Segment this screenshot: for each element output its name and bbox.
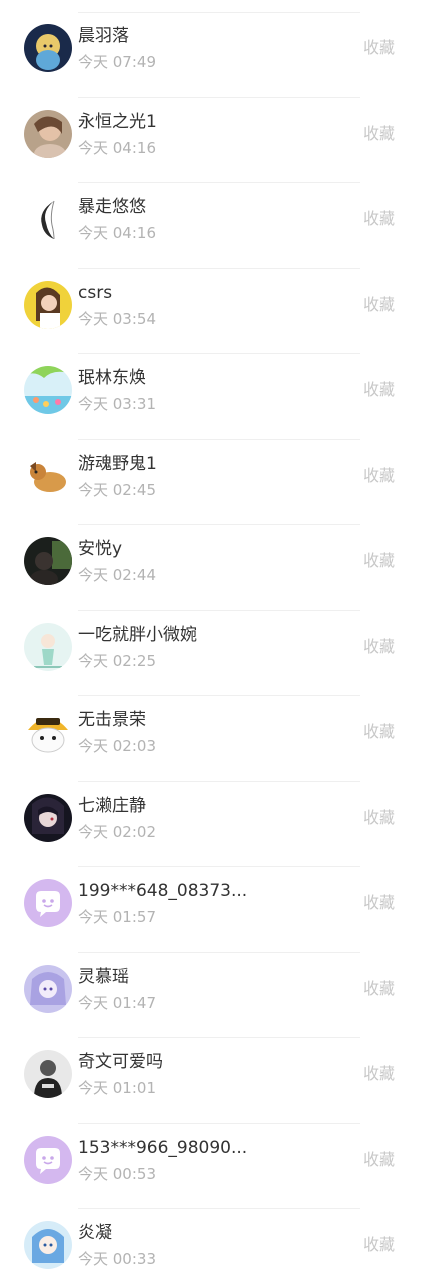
contact-time: 今天 02:44	[78, 566, 156, 584]
list-item[interactable]: 199***648_08373... 今天 01:57 收藏	[0, 867, 422, 953]
list-item[interactable]: 灵慕瑶 今天 01:47 收藏	[0, 953, 422, 1038]
list-item[interactable]: 晨羽落 今天 07:49 收藏	[0, 12, 422, 98]
contact-name: 安悦y	[78, 539, 123, 559]
list-item[interactable]: 珉林东焕 今天 03:31 收藏	[0, 354, 422, 440]
anime-girl-avatar-icon[interactable]	[24, 24, 72, 72]
feather-avatar-icon[interactable]	[24, 195, 72, 243]
contact-name: 珉林东焕	[78, 368, 146, 388]
cartoon-dog-avatar-icon[interactable]	[24, 451, 72, 500]
contact-name: 无击景荣	[78, 710, 146, 730]
contact-name: csrs	[78, 282, 113, 303]
list-item[interactable]: 永恒之光1 今天 04:16 收藏	[0, 98, 422, 183]
contact-name: 永恒之光1	[78, 111, 157, 132]
contact-name: 153***966_98090...	[78, 1137, 248, 1158]
collect-button[interactable]: 收藏	[363, 294, 395, 316]
contact-name: 暴走悠悠	[78, 197, 146, 217]
list-item[interactable]: csrs 今天 03:54 收藏	[0, 269, 422, 354]
collect-button[interactable]: 收藏	[363, 807, 395, 829]
anime-dark-avatar-icon[interactable]	[24, 793, 72, 842]
contact-time: 今天 03:54	[78, 309, 156, 328]
cartoon-emoji-avatar-icon[interactable]	[24, 708, 72, 756]
collect-button[interactable]: 收藏	[363, 208, 395, 230]
list-item[interactable]: 暴走悠悠 今天 04:16 收藏	[0, 183, 422, 269]
contact-time: 今天 00:33	[78, 1250, 156, 1268]
anime-blue-avatar-icon[interactable]	[24, 1221, 72, 1269]
contact-name: 灵慕瑶	[78, 966, 129, 987]
list-item[interactable]: 奇文可爱吗 今天 01:01 收藏	[0, 1038, 422, 1124]
list-item[interactable]: 一吃就胖小微婉 今天 02:25 收藏	[0, 611, 422, 696]
chat-bubble-default-avatar-icon[interactable]	[24, 1135, 72, 1184]
list-item[interactable]: 安悦y 今天 02:44 收藏	[0, 525, 422, 611]
illustration-avatar-icon[interactable]	[24, 622, 72, 671]
collect-button[interactable]: 收藏	[363, 550, 395, 572]
anime-lavender-avatar-icon[interactable]	[24, 964, 72, 1013]
contact-time: 今天 02:02	[78, 822, 156, 841]
collect-button[interactable]: 收藏	[363, 978, 395, 1000]
contact-name: 七濑庄静	[78, 795, 146, 816]
collect-button[interactable]: 收藏	[363, 465, 395, 487]
bw-photo-avatar-icon[interactable]	[24, 1050, 72, 1098]
contact-time: 今天 04:16	[78, 224, 156, 242]
contact-time: 今天 01:01	[78, 1079, 156, 1097]
portrait-photo-avatar-icon[interactable]	[24, 280, 72, 329]
contact-time: 今天 01:57	[78, 908, 156, 926]
collect-button[interactable]: 收藏	[363, 37, 395, 59]
contact-time: 今天 02:45	[78, 480, 156, 499]
collect-button[interactable]: 收藏	[363, 123, 395, 145]
list-item[interactable]: 153***966_98090... 今天 00:53 收藏	[0, 1124, 422, 1209]
collect-button[interactable]: 收藏	[363, 636, 395, 658]
contact-name: 199***648_08373...	[78, 881, 248, 901]
collect-button[interactable]: 收藏	[363, 1063, 395, 1085]
contact-name: 游魂野鬼1	[78, 453, 157, 474]
collect-button[interactable]: 收藏	[363, 1234, 395, 1256]
contact-name: 晨羽落	[78, 26, 129, 46]
contact-time: 今天 02:03	[78, 737, 156, 755]
portrait-photo-avatar-icon[interactable]	[24, 109, 72, 158]
collect-button[interactable]: 收藏	[363, 379, 395, 401]
dark-photo-avatar-icon[interactable]	[24, 537, 72, 585]
collect-button[interactable]: 收藏	[363, 1149, 395, 1171]
contact-time: 今天 03:31	[78, 395, 156, 413]
contact-time: 今天 04:16	[78, 138, 156, 157]
list-item[interactable]: 炎凝 今天 00:33 收藏	[0, 1209, 422, 1280]
contact-name: 炎凝	[78, 1223, 112, 1243]
list-item[interactable]: 游魂野鬼1 今天 02:45 收藏	[0, 440, 422, 525]
contact-name: 奇文可爱吗	[78, 1052, 163, 1072]
collect-button[interactable]: 收藏	[363, 892, 395, 914]
list-item[interactable]: 无击景荣 今天 02:03 收藏	[0, 696, 422, 782]
collect-button[interactable]: 收藏	[363, 721, 395, 743]
contact-time: 今天 07:49	[78, 53, 156, 71]
contact-list: 晨羽落 今天 07:49 收藏 永恒之光1 今天 04:16 收藏 暴走悠悠 今…	[0, 0, 422, 1280]
contact-time: 今天 00:53	[78, 1164, 156, 1183]
beach-scene-avatar-icon[interactable]	[24, 366, 72, 414]
contact-time: 今天 02:25	[78, 651, 156, 670]
list-item[interactable]: 七濑庄静 今天 02:02 收藏	[0, 782, 422, 867]
chat-bubble-default-avatar-icon[interactable]	[24, 879, 72, 927]
contact-time: 今天 01:47	[78, 993, 156, 1012]
contact-name: 一吃就胖小微婉	[78, 624, 197, 645]
